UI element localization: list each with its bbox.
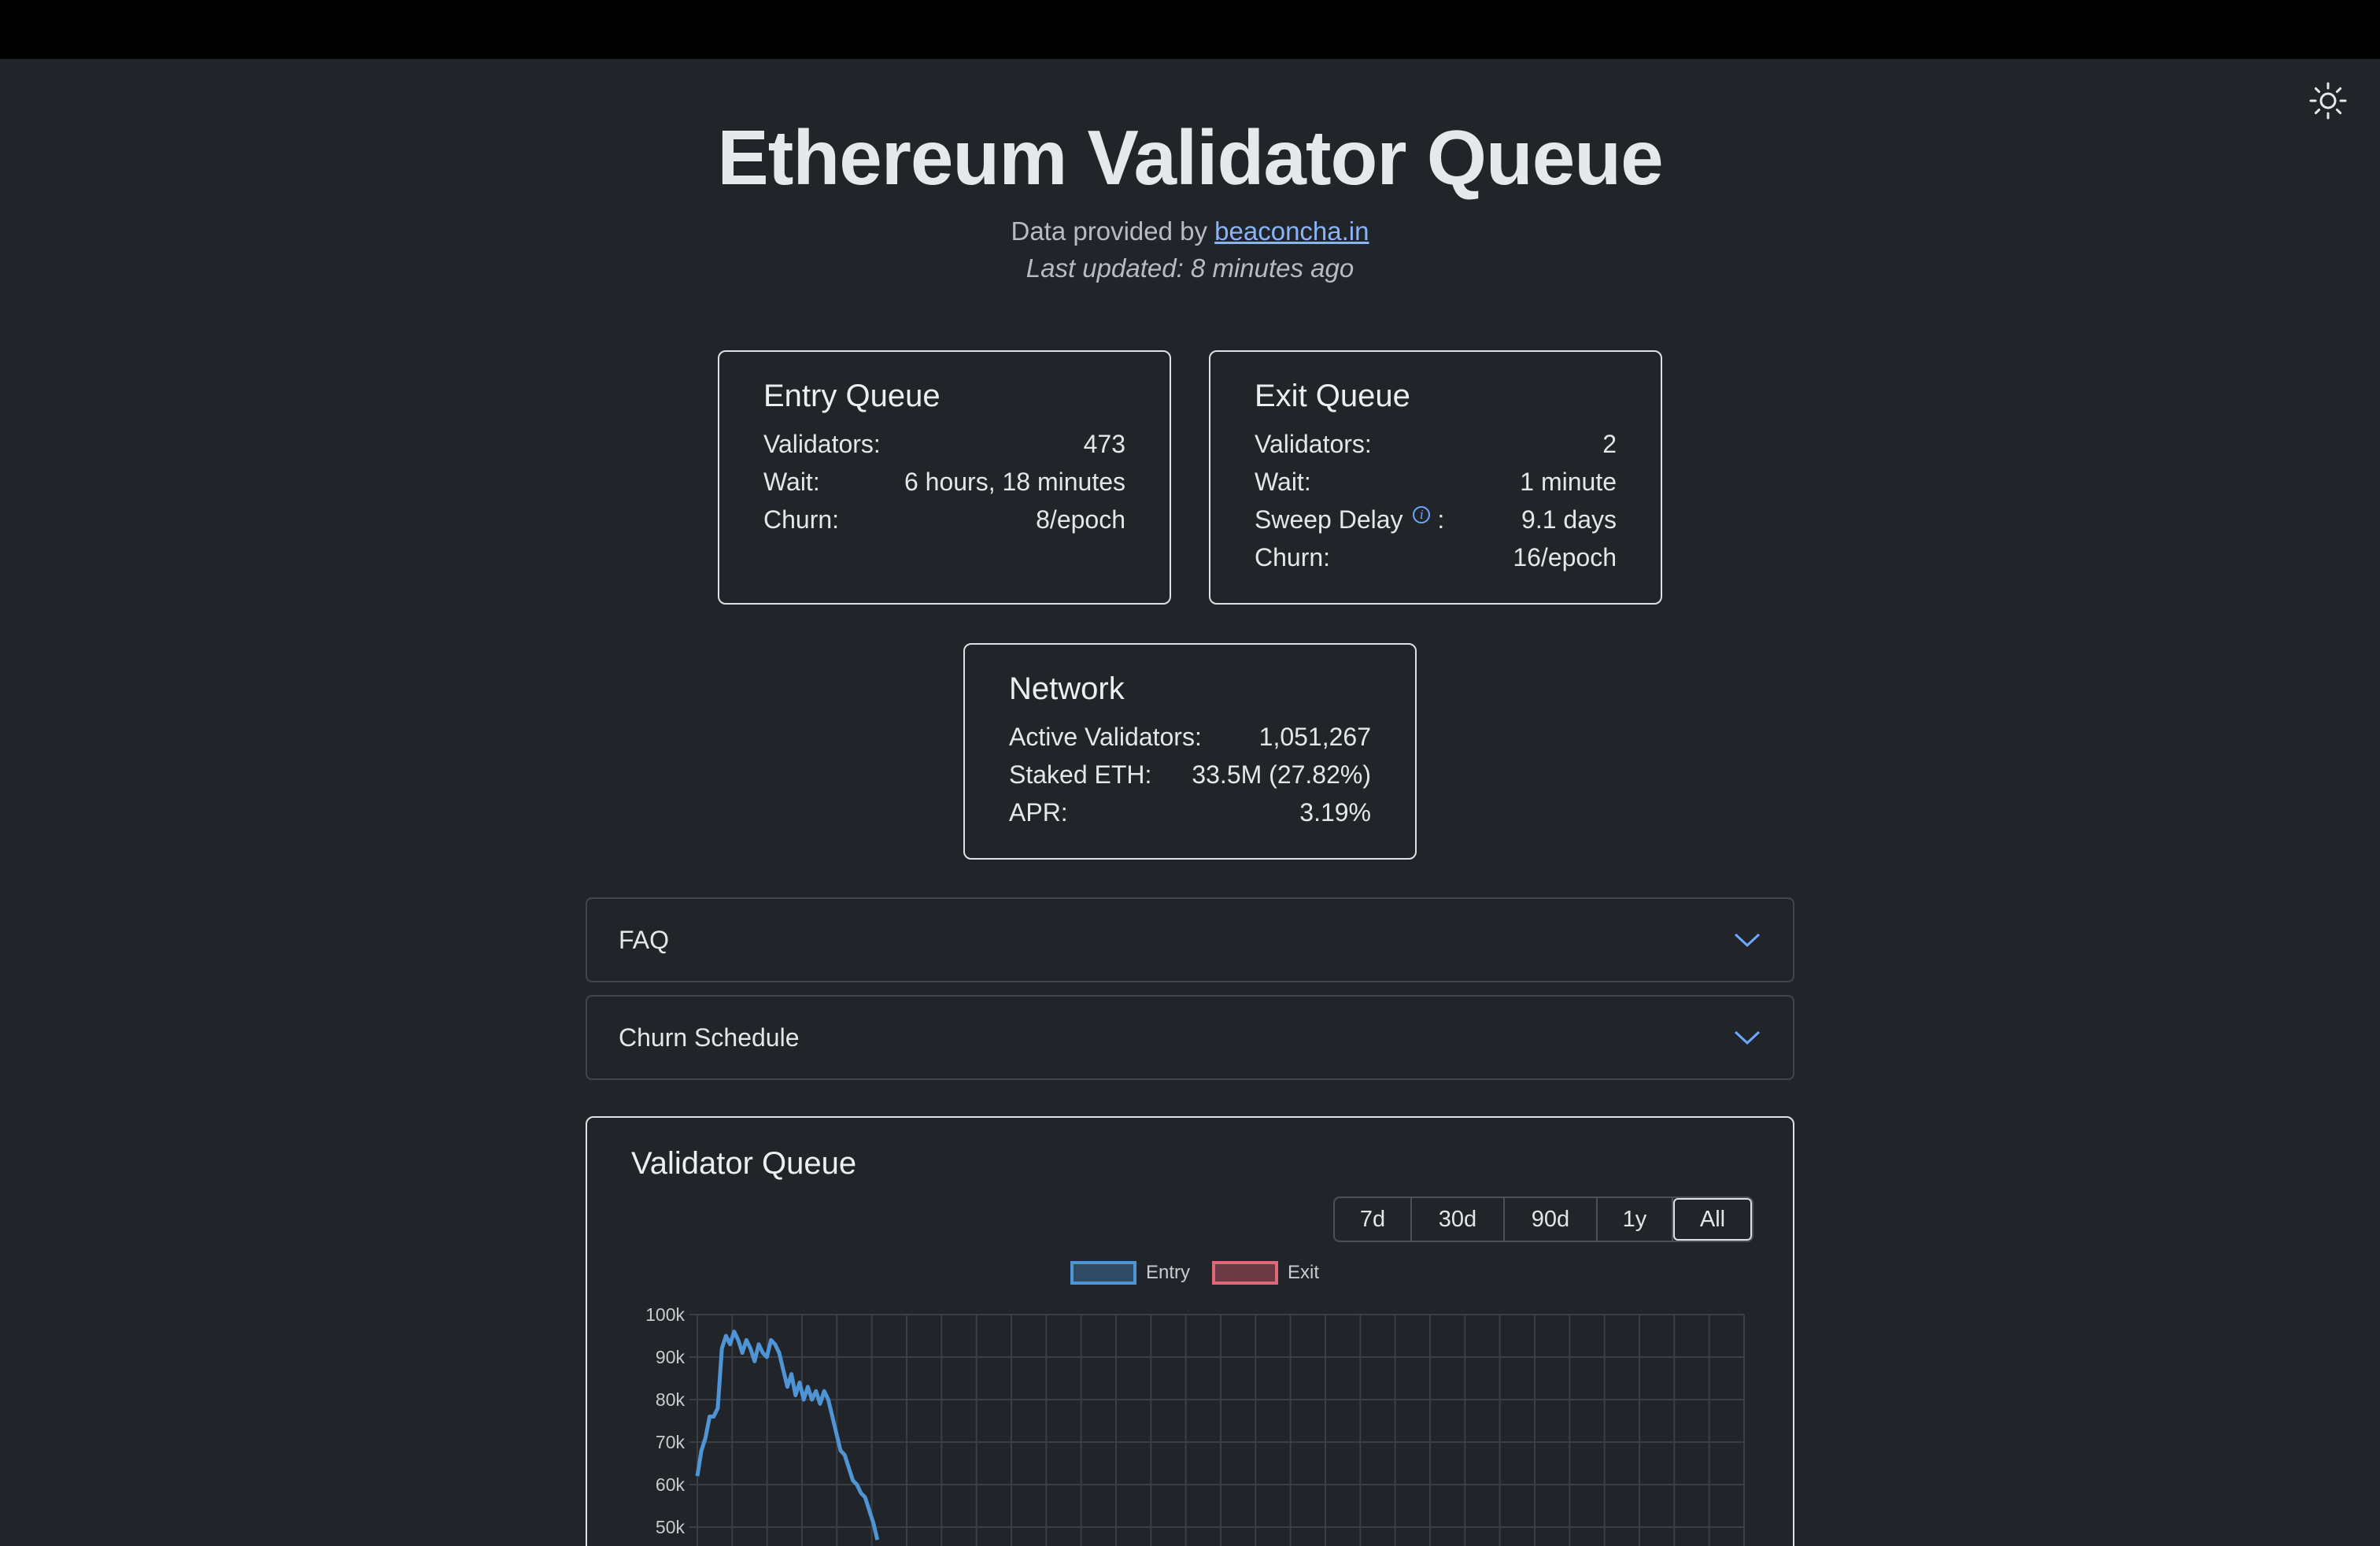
info-circle-icon[interactable]: i (1413, 506, 1431, 524)
page-title: Ethereum Validator Queue (717, 114, 1663, 201)
sweep-delay-value: 9.1 days (1521, 505, 1617, 534)
exit-validators-label: Validators: (1255, 430, 1372, 458)
exit-churn-row: Churn: 16/epoch (1255, 538, 1617, 576)
exit-sweep-row: Sweep Delay i : 9.1 days (1255, 501, 1617, 538)
range-button-7d[interactable]: 7d (1335, 1198, 1412, 1241)
y-tick-label: 100k (645, 1304, 685, 1325)
page-header: Ethereum Validator Queue Data provided b… (0, 110, 2380, 288)
apr-value: 3.19% (1299, 798, 1371, 827)
top-bar (0, 0, 2380, 59)
y-tick-label: 80k (656, 1389, 686, 1410)
chart-legend: Entry Exit (1070, 1261, 1319, 1285)
chevron-down-icon (1734, 1030, 1761, 1045)
sweep-delay-label: Sweep Delay (1255, 505, 1403, 534)
faq-accordion-label: FAQ (619, 925, 670, 954)
exit-churn-label: Churn: (1255, 543, 1331, 571)
faq-accordion[interactable]: FAQ (586, 897, 1794, 982)
series-line-entry (695, 1330, 880, 1540)
churn-schedule-accordion[interactable]: Churn Schedule (586, 995, 1794, 1080)
data-source-line: Data provided by beaconcha.in (0, 214, 2380, 249)
time-range-selector: 7d 30d 90d 1y All (1333, 1196, 1754, 1242)
entry-wait-label: Wait: (763, 468, 820, 496)
chevron-down-icon (1734, 933, 1761, 948)
range-button-30d[interactable]: 30d (1412, 1198, 1505, 1241)
active-validators-label: Active Validators: (1009, 723, 1202, 751)
entry-wait-value: 6 hours, 18 minutes (904, 468, 1125, 496)
network-apr-row: APR: 3.19% (1009, 793, 1371, 831)
active-validators-value: 1,051,267 (1258, 723, 1371, 751)
exit-queue-title: Exit Queue (1255, 379, 1410, 413)
staked-eth-value: 33.5M (27.82%) (1192, 760, 1371, 789)
exit-validators-value: 2 (1602, 430, 1617, 458)
exit-validators-row: Validators: 2 (1255, 425, 1617, 463)
y-tick-label: 50k (656, 1517, 686, 1537)
legend-exit-swatch[interactable] (1212, 1261, 1279, 1285)
legend-exit-label: Exit (1288, 1262, 1320, 1283)
exit-wait-label: Wait: (1255, 468, 1311, 496)
legend-entry-label: Entry (1146, 1262, 1191, 1283)
entry-churn-row: Churn: 8/epoch (763, 501, 1125, 538)
y-tick-label: 70k (656, 1432, 686, 1452)
beaconchain-link[interactable]: beaconcha.in (1214, 216, 1369, 246)
y-tick-label: 90k (656, 1347, 686, 1367)
staked-eth-label: Staked ETH: (1009, 760, 1152, 789)
entry-wait-row: Wait: 6 hours, 18 minutes (763, 463, 1125, 501)
exit-wait-value: 1 minute (1520, 468, 1617, 496)
entry-validators-label: Validators: (763, 430, 881, 458)
exit-churn-value: 16/epoch (1513, 543, 1617, 571)
entry-validators-row: Validators: 473 (763, 425, 1125, 463)
validator-queue-chart-card: Validator Queue 7d 30d 90d 1y All Entry … (586, 1116, 1794, 1546)
network-staked-eth-row: Staked ETH: 33.5M (27.82%) (1009, 756, 1371, 793)
entry-queue-title: Entry Queue (763, 379, 941, 413)
apr-label: APR: (1009, 798, 1068, 827)
last-updated: Last updated: 8 minutes ago (1026, 253, 1354, 283)
range-button-90d[interactable]: 90d (1505, 1198, 1598, 1241)
entry-churn-value: 8/epoch (1036, 505, 1125, 534)
network-card: Network Active Validators: 1,051,267 Sta… (963, 643, 1417, 860)
y-tick-label: 60k (656, 1474, 686, 1495)
entry-validators-value: 473 (1083, 430, 1125, 458)
entry-churn-label: Churn: (763, 505, 840, 534)
exit-wait-row: Wait: 1 minute (1255, 463, 1617, 501)
range-button-1y[interactable]: 1y (1598, 1198, 1673, 1241)
chart-card-title: Validator Queue (631, 1146, 857, 1181)
churn-schedule-accordion-label: Churn Schedule (619, 1023, 800, 1052)
validator-queue-chart: 100k 90k 80k 70k 60k 50k (645, 1304, 1745, 1546)
sweep-delay-label-group: Sweep Delay i : (1255, 501, 1444, 538)
network-title: Network (1009, 671, 1125, 706)
network-active-validators-row: Active Validators: 1,051,267 (1009, 718, 1371, 756)
data-source-prefix: Data provided by (1011, 216, 1215, 246)
legend-entry-swatch[interactable] (1070, 1261, 1136, 1285)
range-button-all[interactable]: All (1673, 1198, 1752, 1241)
sweep-delay-suffix: : (1437, 505, 1445, 534)
entry-queue-card: Entry Queue Validators: 473 Wait: 6 hour… (718, 350, 1171, 605)
exit-queue-card: Exit Queue Validators: 2 Wait: 1 minute … (1209, 350, 1662, 605)
